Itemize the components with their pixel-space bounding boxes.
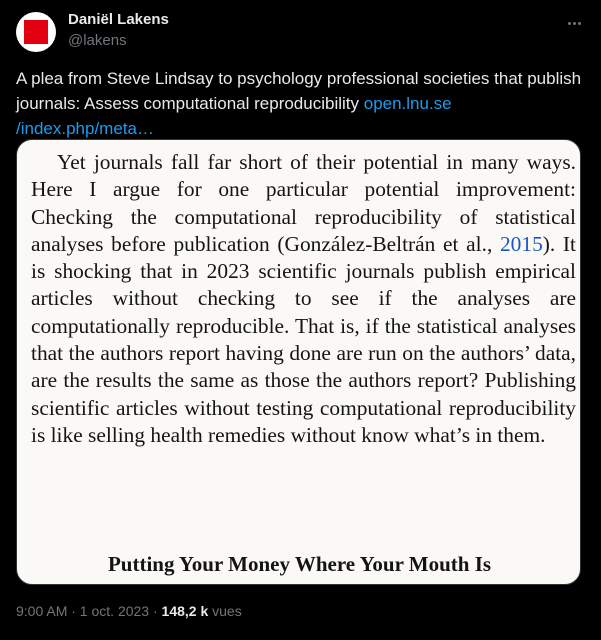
more-options-icon[interactable] (562, 13, 586, 33)
more-dot (572, 21, 576, 25)
tweet-meta: 9:00 AM · 1 oct. 2023 · 148,2 k vues (16, 603, 242, 619)
excerpt-text-part1: Yet journals fall far short of their pot… (31, 150, 576, 256)
citation-year: 2015 (499, 231, 543, 256)
author-name[interactable]: Daniël Lakens (68, 11, 169, 28)
more-dot (577, 21, 581, 25)
avatar[interactable] (16, 12, 56, 52)
excerpt-paragraph: Yet journals fall far short of their pot… (31, 149, 576, 449)
tweet-body: A plea from Steve Lindsay to psychology … (16, 69, 582, 113)
timestamp[interactable]: 9:00 AM · 1 oct. 2023 · (16, 603, 162, 619)
avatar-red-square (24, 20, 48, 44)
views-label: vues (208, 603, 242, 619)
excerpt-text-part2: ). It is shocking that in 2023 scientifi… (31, 231, 576, 447)
tweet[interactable]: Daniël Lakens @lakens A plea from Steve … (0, 0, 601, 640)
media-image[interactable]: Yet journals fall far short of their pot… (16, 139, 581, 585)
tweet-text: A plea from Steve Lindsay to psychology … (16, 66, 586, 141)
tweet-link-line2[interactable]: /index.php/meta… (16, 119, 154, 138)
more-dot (567, 21, 571, 25)
author-handle[interactable]: @lakens (68, 32, 127, 49)
section-heading: Putting Your Money Where Your Mouth Is (107, 552, 492, 576)
views-count[interactable]: 148,2 k (162, 603, 209, 619)
tweet-link-line1[interactable]: open.lnu.se (364, 94, 452, 113)
